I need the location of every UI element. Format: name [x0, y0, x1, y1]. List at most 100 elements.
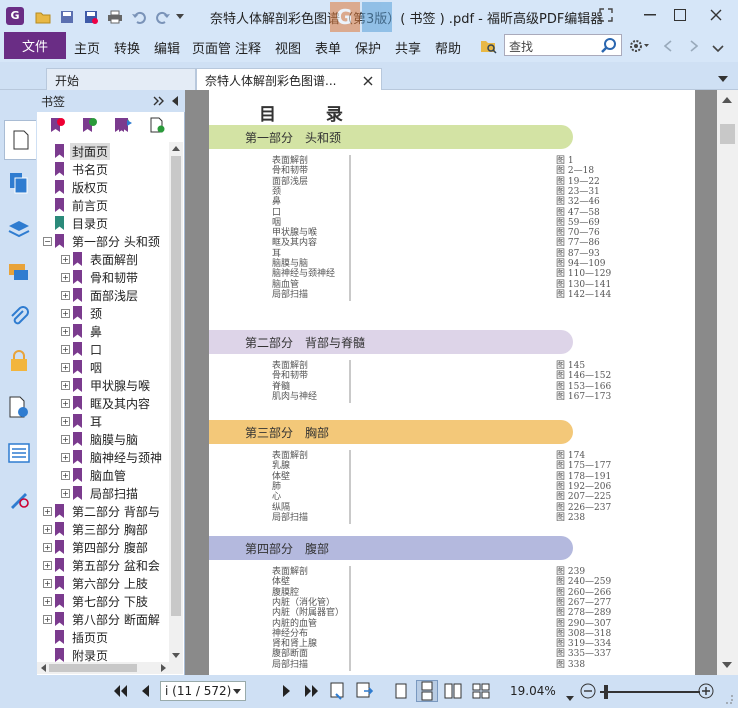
- bookmark-item[interactable]: 版权页: [43, 178, 110, 196]
- bookmark-item[interactable]: + 眶及其内容: [61, 394, 152, 412]
- bookmark-item[interactable]: − 第一部分 头和颈: [43, 232, 162, 250]
- zoom-level[interactable]: 19.04%: [510, 684, 556, 698]
- zoom-dropdown-icon[interactable]: [566, 690, 574, 704]
- bookmark-expander-icon[interactable]: +: [61, 272, 70, 282]
- bookmark-item[interactable]: + 第五部分 盆和会: [43, 556, 162, 574]
- menu-help[interactable]: 帮助: [435, 38, 461, 57]
- bookmark-item[interactable]: + 第三部分 胸部: [43, 520, 150, 538]
- tab-list-dropdown-icon[interactable]: [718, 71, 728, 85]
- toc-entry-title[interactable]: 局部扫描: [272, 510, 308, 523]
- bookmark-item[interactable]: + 口: [61, 340, 104, 358]
- menu-edit[interactable]: 编辑: [154, 38, 180, 57]
- toc-section-band[interactable]: 第三部分 胸部: [209, 420, 573, 444]
- bookmark-expander-icon[interactable]: +: [43, 578, 52, 588]
- scroll-down-icon[interactable]: [172, 653, 180, 659]
- resize-grip-icon[interactable]: [722, 693, 734, 708]
- signature-icon[interactable]: [6, 486, 32, 512]
- previous-result-icon[interactable]: [663, 40, 672, 55]
- bookmark-expander-icon[interactable]: +: [61, 362, 70, 372]
- save-icon[interactable]: [58, 8, 76, 25]
- bookmark-expander-icon[interactable]: +: [43, 506, 52, 516]
- bookmark-item[interactable]: + 第六部分 上肢: [43, 574, 150, 592]
- doc-scroll-down-icon[interactable]: [722, 662, 732, 669]
- bookmark-expander-icon[interactable]: +: [61, 254, 70, 264]
- bookmark-item[interactable]: + 甲状腺与喉: [61, 376, 152, 394]
- toc-entry-title[interactable]: 局部扫描: [272, 287, 308, 300]
- add-bookmark-icon[interactable]: [81, 117, 99, 135]
- search-input[interactable]: 查找: [504, 34, 622, 56]
- bookmark-expander-icon[interactable]: +: [61, 326, 70, 336]
- bookmark-item[interactable]: + 面部浅层: [61, 286, 140, 304]
- bookmark-item[interactable]: + 脑血管: [61, 466, 128, 484]
- bookmark-item[interactable]: + 耳: [61, 412, 104, 430]
- bookmark-expander-icon[interactable]: +: [61, 434, 70, 444]
- bookmark-options-icon[interactable]: [149, 117, 167, 135]
- page-number-input[interactable]: i (11 / 572): [160, 681, 246, 701]
- search-icon[interactable]: [601, 38, 617, 54]
- bookmark-item[interactable]: + 第八部分 断面解: [43, 610, 162, 628]
- expand-panel-icon[interactable]: [153, 96, 165, 106]
- first-page-icon[interactable]: [112, 684, 128, 701]
- toc-section-band[interactable]: 第二部分 背部与脊髓: [209, 330, 573, 354]
- bookmark-item[interactable]: + 第七部分 下肢: [43, 592, 150, 610]
- maximize-button[interactable]: [666, 4, 694, 26]
- bookmark-item[interactable]: 封面页: [43, 142, 111, 160]
- layers-panel-icon[interactable]: [6, 216, 32, 242]
- bookmark-expander-icon[interactable]: +: [61, 452, 70, 462]
- scroll-right-icon[interactable]: [161, 664, 167, 672]
- continuous-view-icon[interactable]: [416, 680, 438, 702]
- bookmark-expander-icon[interactable]: +: [43, 596, 52, 606]
- security-lock-icon[interactable]: [6, 348, 32, 374]
- attachment-icon[interactable]: [6, 304, 32, 330]
- zoom-slider-knob[interactable]: [604, 685, 608, 699]
- bookmark-item[interactable]: 前言页: [43, 196, 110, 214]
- redo-icon[interactable]: [154, 8, 172, 25]
- tab-document[interactable]: 奈特人体解剖彩色图谱...: [196, 68, 382, 90]
- bookmark-expander-icon[interactable]: +: [61, 416, 70, 426]
- continuous-facing-view-icon[interactable]: [472, 683, 490, 702]
- toc-section-band[interactable]: 第一部分 头和颈: [209, 125, 573, 149]
- menu-form[interactable]: 表单: [315, 38, 341, 57]
- bookmark-item[interactable]: + 咽: [61, 358, 104, 376]
- facing-view-icon[interactable]: [444, 683, 462, 702]
- bookmark-item[interactable]: 附录页: [43, 646, 110, 662]
- document-properties-icon[interactable]: [6, 394, 32, 420]
- document-vertical-scrollbar[interactable]: [717, 90, 738, 675]
- bookmark-item[interactable]: + 颈: [61, 304, 104, 322]
- bookmark-item[interactable]: + 脑膜与脑: [61, 430, 140, 448]
- menu-share[interactable]: 共享: [395, 38, 421, 57]
- bookmark-item[interactable]: 目录页: [43, 214, 110, 232]
- open-folder-icon[interactable]: [34, 8, 52, 25]
- bookmark-item[interactable]: + 第四部分 腹部: [43, 538, 150, 556]
- close-tab-icon[interactable]: [363, 76, 373, 86]
- collapse-panel-icon[interactable]: [171, 96, 179, 106]
- bookmark-expander-icon[interactable]: +: [61, 380, 70, 390]
- ribbon-collapse-icon[interactable]: [712, 42, 724, 56]
- comments-panel-icon[interactable]: [6, 260, 32, 286]
- bookmark-item[interactable]: + 局部扫描: [61, 484, 140, 502]
- save-as-icon[interactable]: [82, 8, 100, 25]
- scroll-up-icon[interactable]: [172, 145, 180, 151]
- menu-protect[interactable]: 保护: [355, 38, 381, 57]
- menu-convert[interactable]: 转换: [114, 38, 140, 57]
- next-page-icon[interactable]: [282, 684, 292, 701]
- bookmark-expander-icon[interactable]: +: [61, 308, 70, 318]
- next-result-icon[interactable]: [690, 40, 699, 55]
- bookmark-item[interactable]: + 脑神经与颈神: [61, 448, 164, 466]
- move-bookmark-icon[interactable]: [117, 117, 135, 135]
- bookmark-expander-icon[interactable]: +: [43, 560, 52, 570]
- menu-home[interactable]: 主页: [74, 38, 100, 57]
- previous-page-icon[interactable]: [140, 684, 150, 701]
- settings-gear-icon[interactable]: [628, 38, 650, 57]
- bookmark-tree[interactable]: 封面页 书名页 版权页 前言页 目录页 − 第一部分 头和颈 + 表面解剖 + 骨和韧带 + 面部浅层 +…: [37, 142, 169, 662]
- fullscreen-icon[interactable]: [592, 4, 620, 26]
- app-logo-icon[interactable]: G: [6, 7, 24, 25]
- next-view-icon[interactable]: [356, 682, 374, 703]
- bookmark-expander-icon[interactable]: +: [43, 542, 52, 552]
- bookmark-expander-icon[interactable]: +: [61, 398, 70, 408]
- bookmark-item[interactable]: + 第二部分 背部与: [43, 502, 162, 520]
- bookmark-expander-icon[interactable]: +: [43, 524, 52, 534]
- print-icon[interactable]: [106, 8, 124, 25]
- bookmark-expander-icon[interactable]: +: [61, 488, 70, 498]
- previous-view-icon[interactable]: [330, 682, 348, 703]
